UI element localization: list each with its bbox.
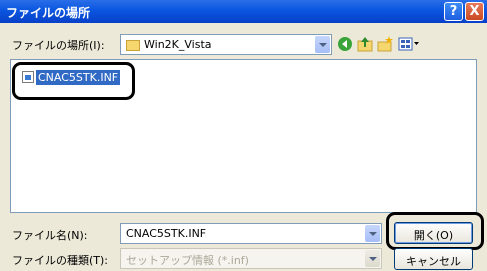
close-icon: X [469, 4, 480, 19]
filetype-label: ファイルの種類(T): [12, 254, 109, 267]
filetype-dropdown: セットアップ情報 (*.inf) [120, 248, 382, 269]
highlight-callout-open [386, 212, 484, 250]
filename-value: CNAC5STK.INF [126, 227, 207, 240]
highlight-callout-file [12, 62, 135, 100]
up-folder-icon[interactable] [357, 36, 373, 52]
close-button[interactable]: X [465, 2, 484, 21]
view-menu-icon[interactable] [398, 36, 420, 52]
chevron-down-icon[interactable] [315, 36, 330, 53]
cancel-button[interactable]: キャンセル [394, 248, 473, 270]
filename-field[interactable]: CNAC5STK.INF [120, 223, 382, 244]
chevron-down-icon[interactable] [365, 225, 380, 242]
chevron-down-icon [365, 250, 380, 267]
help-button[interactable]: ? [444, 2, 463, 21]
title-bar: ファイルの場所 ? X [0, 0, 487, 23]
file-location-dialog: ファイルの場所 ? X ファイルの場所(I): Win2K_Vista CNAC… [0, 0, 487, 271]
help-icon: ? [449, 4, 458, 19]
location-label: ファイルの場所(I): [12, 39, 105, 52]
location-value: Win2K_Vista [144, 38, 212, 51]
back-icon[interactable] [337, 36, 353, 52]
cancel-button-label: キャンセル [406, 255, 461, 268]
dialog-title: ファイルの場所 [6, 6, 91, 20]
filetype-value: セットアップ情報 (*.inf) [126, 254, 249, 267]
filename-label: ファイル名(N): [12, 229, 88, 242]
new-folder-icon[interactable] [377, 36, 393, 52]
folder-icon [126, 40, 140, 51]
location-dropdown[interactable]: Win2K_Vista [120, 34, 332, 55]
